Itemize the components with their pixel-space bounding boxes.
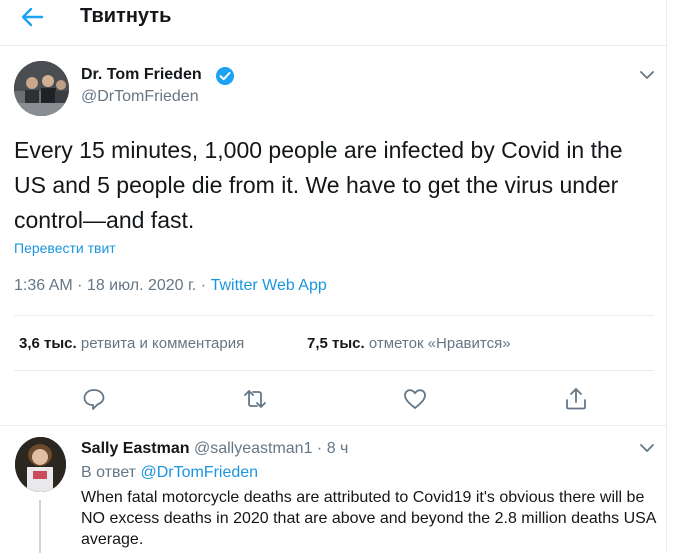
divider [0,425,666,426]
separator: · [196,277,211,294]
thread-line [39,500,41,553]
divider [0,45,666,46]
translate-tweet-link[interactable]: Перевести твит [14,240,116,256]
reply-mention-link[interactable]: @DrTomFrieden [140,464,258,481]
page-title: Твитнуть [80,5,172,27]
retweets-stat[interactable]: 3,6 тыс. ретвита и комментария [19,335,244,352]
back-button[interactable] [18,5,46,29]
separator: · [312,440,327,457]
separator: · [72,277,87,294]
divider [14,315,654,316]
reply-time[interactable]: 8 ч [327,440,349,457]
share-button[interactable] [563,386,589,412]
reply-text: When fatal motorcycle deaths are attribu… [81,489,656,548]
reply-header: Sally Eastman @sallyeastman1 · 8 ч [81,440,348,458]
replying-to: В ответ @DrTomFrieden [81,464,258,482]
reply-avatar[interactable] [15,437,66,492]
likes-label: отметок «Нравится» [368,335,511,352]
retweet-button[interactable] [242,386,268,412]
likes-stat[interactable]: 7,5 тыс. отметок «Нравится» [307,335,511,352]
reply-author-handle[interactable]: @sallyeastman1 [194,440,313,457]
author-handle[interactable]: @DrTomFrieden [81,88,199,106]
tweet-metadata: 1:36 AM · 18 июл. 2020 г. · Twitter Web … [14,277,327,295]
source-app-link[interactable]: Twitter Web App [211,277,327,294]
avatar[interactable] [14,61,69,116]
reply-menu-button[interactable] [638,439,656,457]
share-icon [566,388,586,410]
arrow-left-icon [21,7,44,27]
retweets-count: 3,6 тыс. [19,335,77,352]
tweet-date[interactable]: 18 июл. 2020 г. [87,277,196,294]
divider [14,370,654,371]
replying-to-label: В ответ [81,464,141,481]
chevron-down-icon [640,444,654,452]
column-border [666,0,667,553]
verified-badge-icon [215,66,235,86]
tweet-text: Every 15 minutes, 1,000 people are infec… [14,137,623,233]
tweet-time[interactable]: 1:36 AM [14,277,73,294]
reply-author-name[interactable]: Sally Eastman [81,440,190,457]
retweet-icon [244,390,266,408]
tweet-menu-button[interactable] [638,66,656,84]
reply-icon [83,389,105,410]
top-bar: Твитнуть [0,0,680,40]
author-name[interactable]: Dr. Tom Frieden [81,66,202,84]
reply-button[interactable] [81,386,107,412]
heart-icon [404,389,426,409]
like-button[interactable] [402,386,428,412]
chevron-down-icon [640,71,654,79]
likes-count: 7,5 тыс. [307,335,365,352]
retweets-label: ретвита и комментария [80,335,245,352]
